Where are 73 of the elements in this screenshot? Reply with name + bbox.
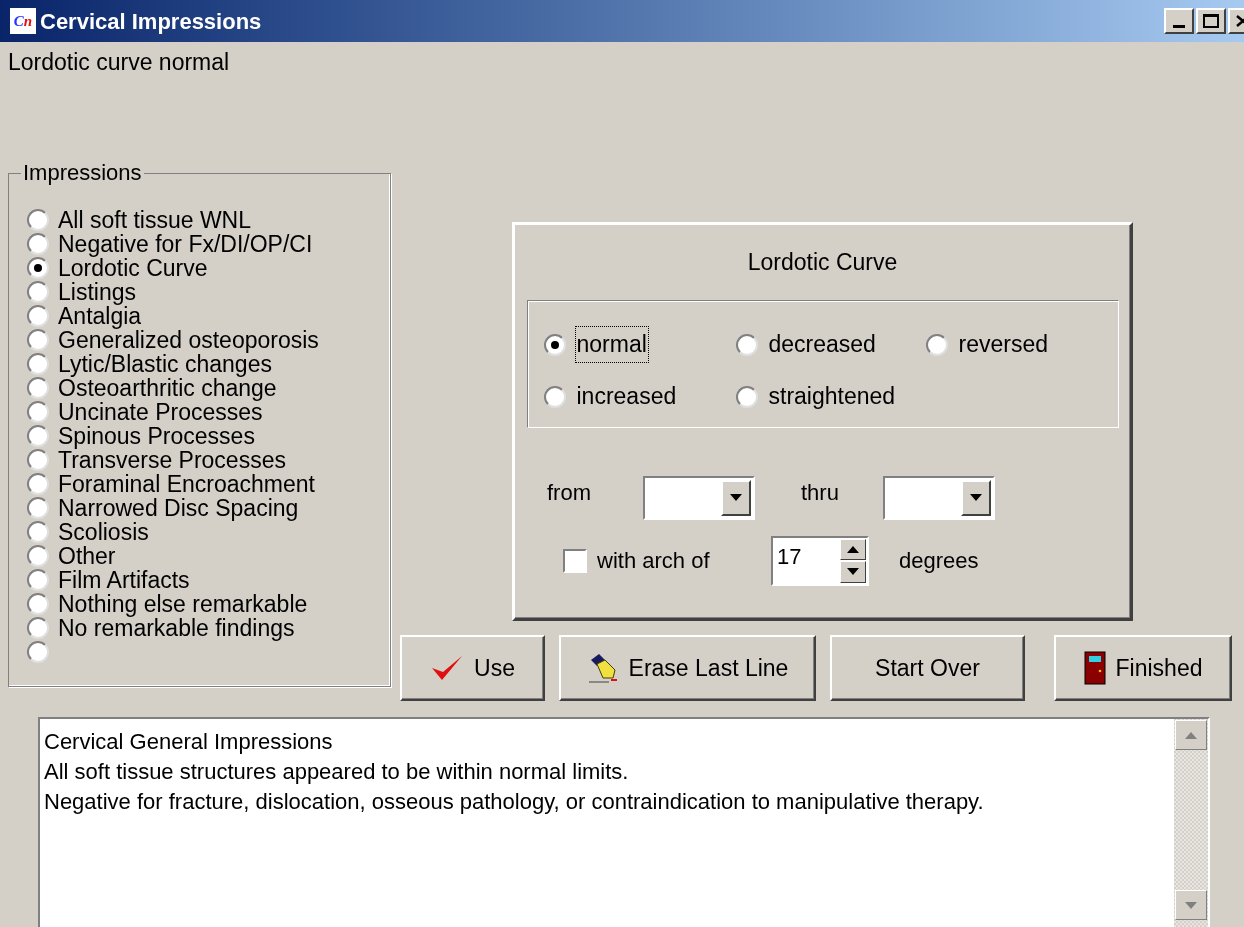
radio-button[interactable] — [925, 333, 948, 356]
radio-button[interactable] — [27, 233, 49, 255]
report-text-area[interactable]: Cervical General Impressions All soft tissue structures appeared to be within normal limits. Negative for fracture, dislocation, osseous pathology, or contraindication to manipulative therapy. — [38, 717, 1210, 927]
degrees-label: degrees — [899, 547, 979, 575]
status-text: Lordotic curve normal — [8, 48, 231, 76]
from-label: from — [547, 479, 592, 507]
option-label: Scoliosis — [58, 520, 149, 544]
action-button[interactable]: Use — [400, 635, 545, 701]
radio-button[interactable] — [27, 641, 49, 663]
minimize-button[interactable] — [1164, 8, 1194, 34]
group-legend: Impressions — [21, 161, 144, 185]
radio-button[interactable] — [27, 209, 49, 231]
thru-label: thru — [801, 479, 840, 507]
hand-eraser-icon — [586, 652, 619, 684]
window-title: Cervical Impressions — [40, 7, 262, 36]
radio-button[interactable] — [27, 449, 49, 471]
radio-button[interactable] — [27, 401, 49, 423]
action-button[interactable]: Start Over — [830, 635, 1025, 701]
option-label: increased — [575, 382, 678, 412]
from-dropdown[interactable] — [643, 475, 755, 520]
check-icon — [430, 654, 465, 682]
radio-button[interactable] — [735, 385, 758, 408]
option-label: No remarkable findings — [58, 616, 295, 640]
radio-button[interactable] — [543, 385, 566, 408]
vertical-scrollbar[interactable] — [1174, 719, 1208, 927]
app-icon: Cn — [10, 8, 36, 34]
report-line: Negative for fracture, dislocation, osseous pathology, or contraindication to manipulative therapy. — [44, 788, 985, 816]
radio-button[interactable] — [27, 521, 49, 543]
option-label: Uncinate Processes — [58, 400, 263, 424]
option-label: Osteoarthritic change — [58, 376, 277, 400]
radio-button[interactable] — [27, 281, 49, 303]
option-label: Spinous Processes — [58, 424, 255, 448]
radio-button[interactable] — [27, 377, 49, 399]
radio-button[interactable] — [735, 333, 758, 356]
report-line: All soft tissue structures appeared to be within normal limits. — [44, 758, 630, 786]
arch-label: with arch of — [597, 547, 711, 575]
report-line: Cervical General Impressions — [44, 728, 334, 756]
radio-button[interactable] — [27, 473, 49, 495]
option-label: Foraminal Encroachment — [58, 472, 315, 496]
scroll-down-icon[interactable] — [1175, 890, 1207, 920]
radio-button[interactable] — [27, 617, 49, 639]
radio-button[interactable] — [27, 329, 49, 351]
door-icon — [1083, 651, 1106, 685]
action-button[interactable]: Finished — [1054, 635, 1232, 701]
radio-button[interactable] — [27, 425, 49, 447]
action-button[interactable]: Erase Last Line — [559, 635, 816, 701]
option-label: Film Artifacts — [58, 568, 190, 592]
option-label: reversed — [957, 330, 1049, 360]
radio-button[interactable] — [27, 569, 49, 591]
scroll-up-icon[interactable] — [1175, 720, 1207, 750]
option-label: Transverse Processes — [58, 448, 286, 472]
option-label: decreased — [767, 330, 877, 360]
maximize-button[interactable] — [1196, 8, 1226, 34]
radio-button[interactable] — [543, 333, 566, 356]
radio-button[interactable] — [27, 545, 49, 567]
option-label: Narrowed Disc Spacing — [58, 496, 299, 520]
radio-button[interactable] — [27, 305, 49, 327]
radio-button[interactable] — [27, 257, 49, 279]
radio-button[interactable] — [27, 497, 49, 519]
spin-down-icon[interactable] — [840, 561, 866, 583]
option-label: normal — [575, 327, 648, 362]
thru-dropdown[interactable] — [883, 475, 995, 520]
radio-button[interactable] — [27, 593, 49, 615]
option-label: Nothing else remarkable — [58, 592, 308, 616]
option-label: Other — [58, 544, 116, 568]
option-label: straightened — [767, 382, 897, 412]
option-label: Lordotic Curve — [58, 256, 208, 280]
option-label: All soft tissue WNL — [58, 208, 251, 232]
radio-button[interactable] — [27, 353, 49, 375]
arch-checkbox[interactable] — [563, 548, 587, 573]
panel-title: Lordotic Curve — [747, 248, 898, 277]
spin-up-icon[interactable] — [840, 538, 866, 560]
degrees-spinner[interactable]: 17 — [771, 535, 869, 586]
